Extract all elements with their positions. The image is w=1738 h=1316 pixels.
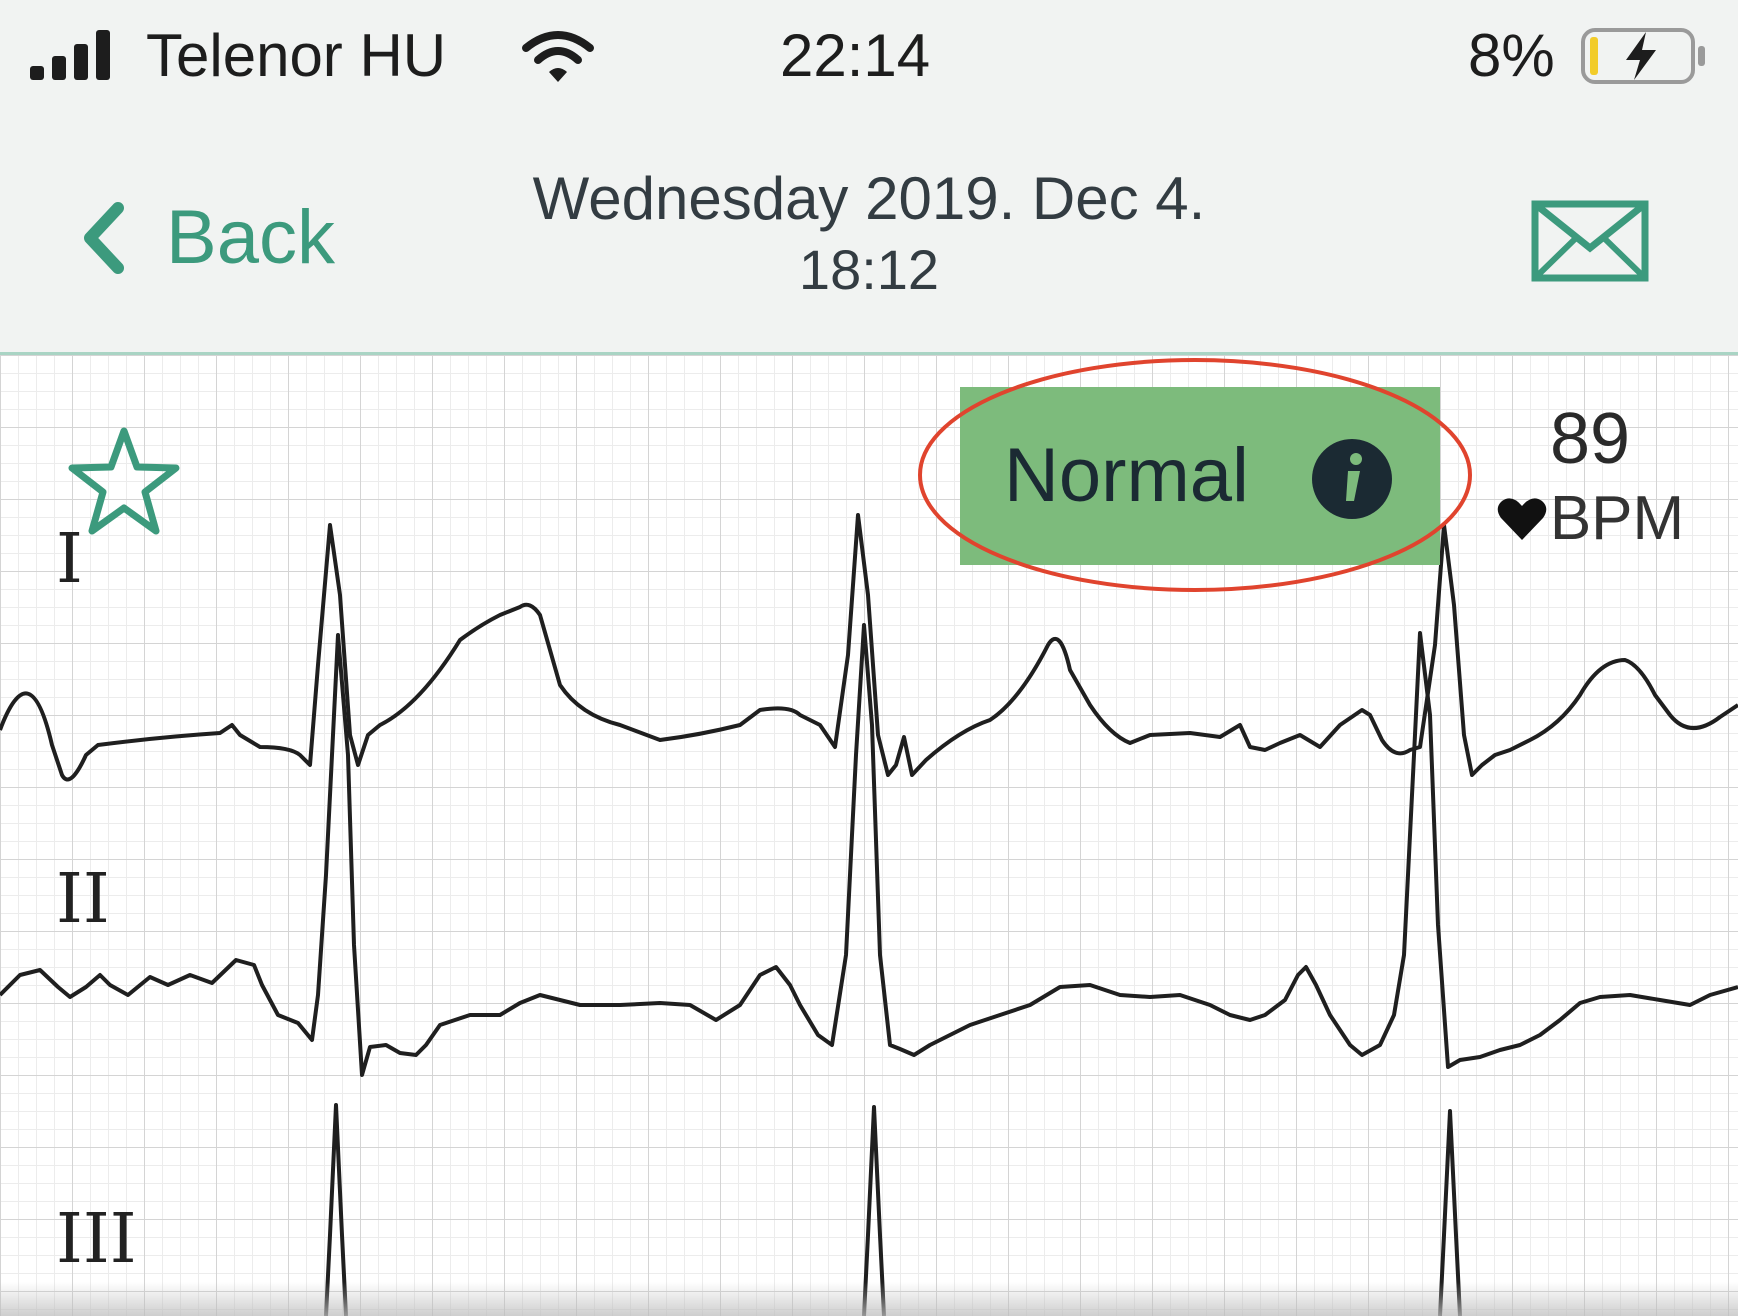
ecg-trace-lead-2 bbox=[0, 623, 1738, 1077]
ecg-trace-lead-1 bbox=[0, 513, 1738, 782]
heart-rate-value: 89 bbox=[1549, 399, 1631, 479]
ecg-traces bbox=[0, 513, 1738, 1316]
heart-icon bbox=[1497, 498, 1547, 540]
navigation-bar: Back Wednesday 2019. Dec 4. 18:12 bbox=[0, 120, 1738, 355]
wifi-icon bbox=[522, 31, 594, 82]
heart-rate-unit: BPM bbox=[1480, 483, 1700, 555]
back-button[interactable]: Back bbox=[78, 188, 335, 288]
signal-icon bbox=[30, 30, 110, 80]
bottom-edge-shadow bbox=[0, 1282, 1738, 1316]
back-label: Back bbox=[166, 195, 335, 280]
lead-label-2: II bbox=[56, 860, 110, 939]
lead-label-3: III bbox=[56, 1200, 137, 1279]
classification-label: Normal bbox=[1004, 433, 1249, 518]
status-bar: Telenor HU 22:14 8% bbox=[0, 0, 1738, 120]
page-title: Wednesday 2019. Dec 4. 18:12 bbox=[400, 162, 1338, 304]
classification-badge[interactable]: Normal bbox=[960, 387, 1440, 565]
lead-label-1: I bbox=[56, 520, 83, 599]
battery-percent: 8% bbox=[1468, 22, 1555, 89]
mail-icon[interactable] bbox=[1530, 196, 1650, 286]
battery-charging-icon bbox=[1581, 28, 1705, 84]
status-time: 22:14 bbox=[780, 22, 931, 89]
ecg-chart: I II III Normal 89 BPM bbox=[0, 355, 1738, 1316]
info-icon[interactable] bbox=[1310, 437, 1394, 521]
carrier-name: Telenor HU bbox=[146, 22, 447, 89]
chevron-left-icon bbox=[84, 202, 124, 274]
recording-time: 18:12 bbox=[798, 238, 940, 301]
recording-date: Wednesday 2019. Dec 4. bbox=[532, 165, 1206, 232]
heart-rate-unit-label: BPM bbox=[1549, 484, 1685, 553]
ecg-recording-screen: Telenor HU 22:14 8% Back Wednesday 2019.… bbox=[0, 0, 1738, 1316]
